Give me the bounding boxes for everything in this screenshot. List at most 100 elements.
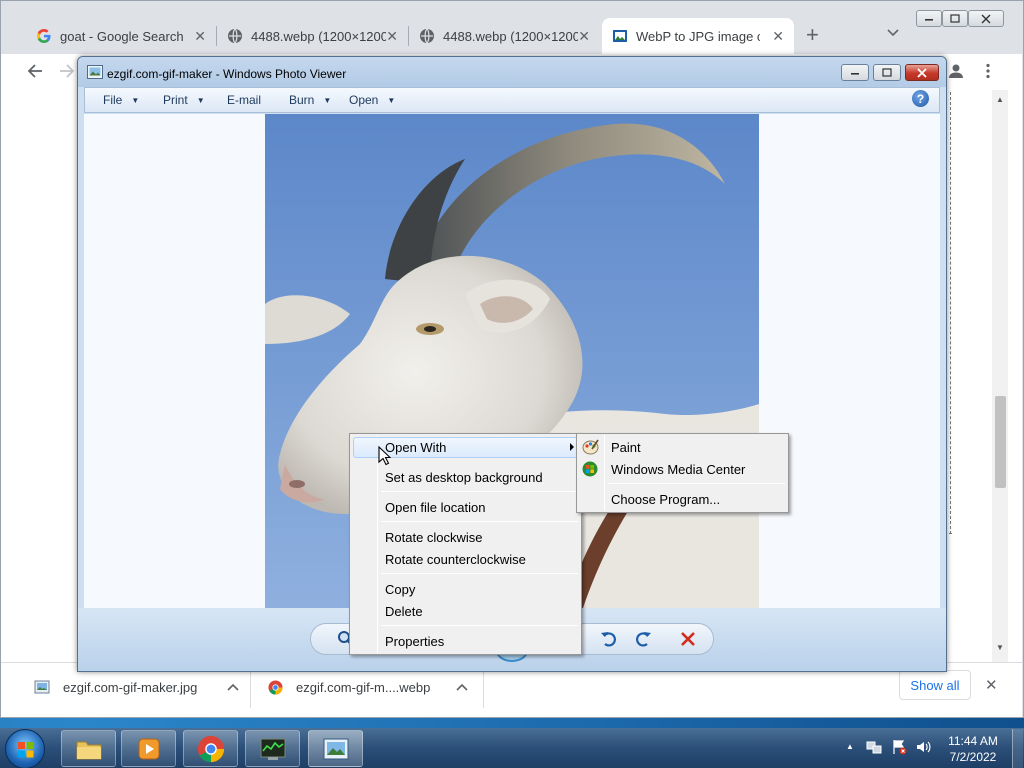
context-menu-separator <box>381 491 578 492</box>
back-arrow-icon[interactable] <box>26 62 44 80</box>
download-item-jpg[interactable]: ezgif.com-gif-maker.jpg <box>34 672 239 702</box>
context-menu-gutter <box>377 435 378 653</box>
tab-label: 4488.webp (1200×1200) <box>251 28 387 44</box>
context-item-rotate-counterclockwise[interactable]: Rotate counterclockwise <box>385 548 526 570</box>
scroll-down-arrow-icon[interactable]: ▼ <box>996 643 1004 652</box>
tab-4488-webp-2[interactable]: 4488.webp (1200×1200) ✕ <box>409 18 600 54</box>
download-item-webp[interactable]: ezgif.com-gif-m....webp <box>268 672 468 702</box>
rotate-counterclockwise-icon[interactable] <box>600 630 618 648</box>
image-file-icon <box>34 679 50 695</box>
taskbar-windows-photo-viewer[interactable] <box>308 730 363 767</box>
download-filename: ezgif.com-gif-maker.jpg <box>63 679 198 695</box>
desktop-edge-label: D <box>1 164 10 178</box>
menu-open[interactable]: Open ▼ <box>349 93 395 107</box>
tab-close-icon[interactable]: ✕ <box>386 28 398 45</box>
menu-file[interactable]: File ▼ <box>103 93 139 107</box>
photo-viewer-title: ezgif.com-gif-maker - Windows Photo View… <box>107 67 347 81</box>
download-options-chevron-icon[interactable] <box>227 683 239 691</box>
tab-close-icon[interactable]: ✕ <box>772 28 784 45</box>
taskbar-google-chrome[interactable] <box>183 730 238 767</box>
taskbar-task-manager[interactable] <box>245 730 300 767</box>
photo-viewer-minimize-button[interactable] <box>841 64 869 81</box>
dropdown-arrow-icon: ▼ <box>196 95 205 105</box>
scroll-up-arrow-icon[interactable]: ▲ <box>996 95 1004 104</box>
clock-time: 11:44 AM <box>948 734 998 748</box>
scrollbar-thumb[interactable] <box>995 396 1006 488</box>
tab-google-search[interactable]: goat - Google Search ✕ <box>26 18 216 54</box>
submenu-item-choose-program[interactable]: Choose Program... <box>611 488 720 510</box>
forward-arrow-icon[interactable] <box>58 62 76 80</box>
photo-viewer-icon <box>323 738 348 759</box>
volume-speaker-icon[interactable] <box>915 739 931 755</box>
paint-icon <box>582 439 599 455</box>
dropdown-arrow-icon: ▼ <box>131 95 140 105</box>
help-icon[interactable]: ? <box>912 90 929 107</box>
submenu-arrow-icon <box>569 443 575 451</box>
chrome-maximize-button[interactable] <box>942 10 968 27</box>
tab-label: 4488.webp (1200×1200) <box>443 28 579 44</box>
taskbar-media-player[interactable] <box>121 730 176 767</box>
context-item-rotate-clockwise[interactable]: Rotate clockwise <box>385 526 483 548</box>
network-icon[interactable] <box>866 739 882 755</box>
taskbar-windows-explorer[interactable] <box>61 730 116 767</box>
task-manager-icon <box>260 738 285 760</box>
context-item-set-desktop-background[interactable]: Set as desktop background <box>385 466 543 488</box>
show-desktop-button[interactable] <box>1012 729 1023 768</box>
menu-label: Open <box>349 93 379 107</box>
tab-label: goat - Google Search <box>60 28 184 44</box>
photo-viewer-maximize-button[interactable] <box>873 64 901 81</box>
menu-label: Print <box>163 93 188 107</box>
tab-label: WebP to JPG image con <box>636 28 760 44</box>
submenu-item-paint[interactable]: Paint <box>611 436 641 458</box>
start-button[interactable] <box>5 729 45 768</box>
rotate-clockwise-icon[interactable] <box>634 630 652 648</box>
close-downloads-bar-button[interactable]: ✕ <box>985 676 998 694</box>
context-item-label: Open With <box>385 439 447 455</box>
downloads-divider <box>250 672 251 708</box>
chrome-minimize-button[interactable] <box>916 10 942 27</box>
action-center-flag-icon[interactable] <box>891 739 907 755</box>
photo-viewer-menubar <box>84 87 940 113</box>
page-dashed-border <box>950 92 952 534</box>
tab-webp-to-jpg[interactable]: WebP to JPG image con ✕ <box>602 18 794 54</box>
windows-logo-icon <box>18 742 34 758</box>
download-filename: ezgif.com-gif-m....webp <box>296 679 431 695</box>
menu-burn[interactable]: Burn ▼ <box>289 93 331 107</box>
taskbar-clock[interactable]: 11:44 AM 7/2/2022 <box>944 733 1002 765</box>
chrome-menu-icon[interactable] <box>985 63 991 79</box>
google-g-icon <box>36 28 52 44</box>
desktop-edge-label: M <box>1 59 11 73</box>
tab-close-icon[interactable]: ✕ <box>194 28 206 45</box>
menu-email[interactable]: E-mail <box>227 93 261 107</box>
menu-label: File <box>103 93 123 107</box>
show-hidden-icons-arrow-icon[interactable]: ▲ <box>846 742 854 751</box>
tab-close-icon[interactable]: ✕ <box>578 28 590 45</box>
photo-viewer-app-icon <box>87 65 103 79</box>
mouse-cursor-icon <box>378 446 391 466</box>
globe-icon <box>227 28 243 44</box>
tab-4488-webp-1[interactable]: 4488.webp (1200×1200) ✕ <box>217 18 408 54</box>
context-item-open-file-location[interactable]: Open file location <box>385 496 485 518</box>
clock-date: 7/2/2022 <box>949 750 997 764</box>
chrome-icon <box>268 679 283 695</box>
context-item-properties[interactable]: Properties <box>385 630 444 652</box>
context-item-delete[interactable]: Delete <box>385 600 423 622</box>
tab-search-chevron-icon[interactable] <box>886 28 900 38</box>
context-item-copy[interactable]: Copy <box>385 578 415 600</box>
show-all-downloads-button[interactable]: Show all <box>899 670 971 700</box>
menu-label: E-mail <box>227 93 262 107</box>
chrome-close-button[interactable] <box>968 10 1004 27</box>
download-options-chevron-icon[interactable] <box>456 683 468 691</box>
submenu-item-windows-media-center[interactable]: Windows Media Center <box>611 458 745 480</box>
menu-print[interactable]: Print ▼ <box>163 93 205 107</box>
ezgif-icon <box>612 28 628 44</box>
profile-avatar-icon[interactable] <box>948 63 964 79</box>
new-tab-button[interactable]: + <box>806 24 819 46</box>
context-item-open-with[interactable]: Open With <box>385 436 575 458</box>
context-menu-separator <box>381 573 578 574</box>
page-scrollbar[interactable] <box>992 90 1008 662</box>
delete-x-icon[interactable] <box>680 631 696 647</box>
submenu-gutter <box>604 435 605 511</box>
globe-icon <box>419 28 435 44</box>
photo-viewer-close-button[interactable] <box>905 64 939 81</box>
